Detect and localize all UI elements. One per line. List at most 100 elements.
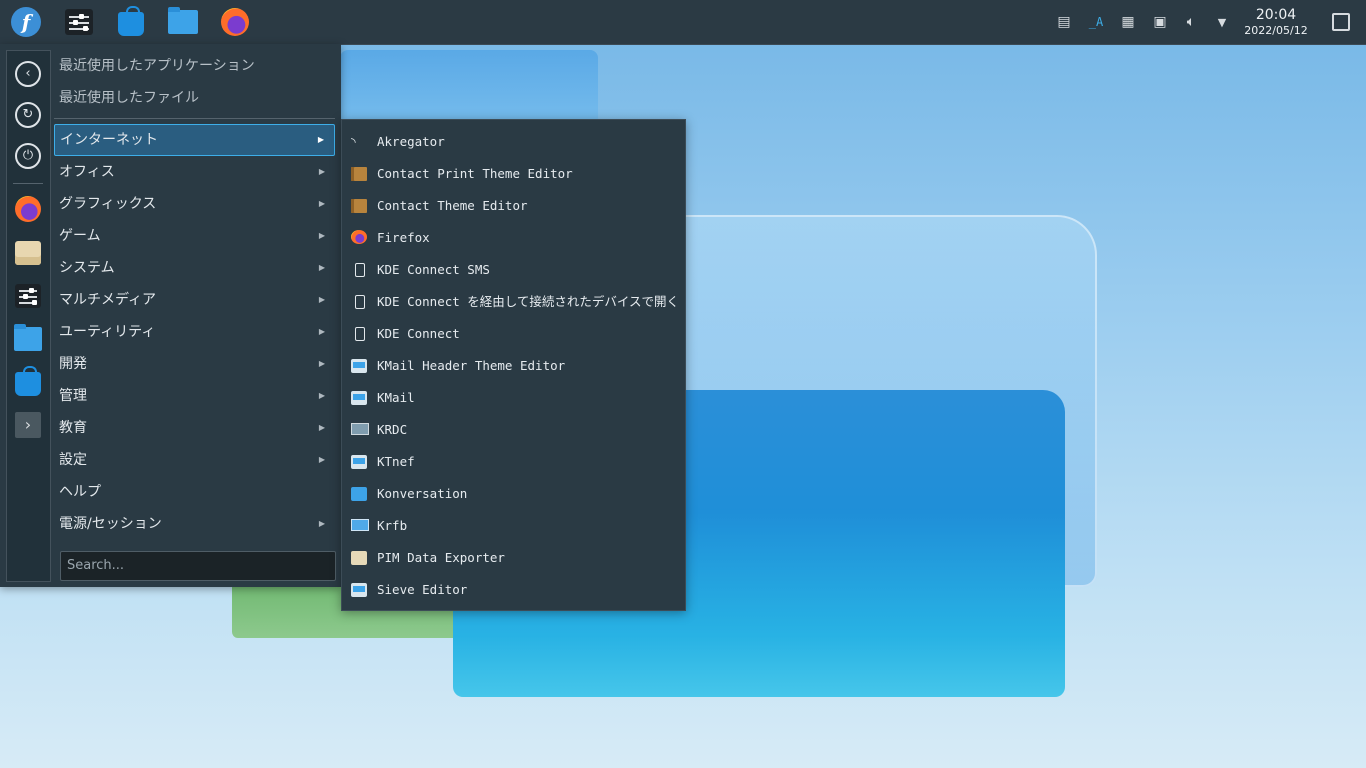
submenu-item-label: Konversation [377, 486, 468, 501]
chevron-right-icon: ▶ [318, 519, 325, 528]
recent-applications[interactable]: 最近使用したアプリケーション [54, 50, 335, 82]
discover-icon[interactable] [115, 6, 147, 38]
submenu-item-firefox[interactable]: Firefox [342, 222, 685, 254]
category-label: ヘルプ [59, 484, 101, 500]
chevron-right-icon: ▶ [318, 199, 325, 208]
application-menu: ‹ ↻ ⏻ › 最近使用したアプリケーション 最近使用したファイル インターネッ… [0, 44, 341, 587]
category-system[interactable]: システム ▶ [54, 252, 335, 284]
fedora-logo-icon[interactable]: f [10, 6, 42, 38]
category-utilities[interactable]: ユーティリティ ▶ [54, 316, 335, 348]
search-box [60, 551, 336, 581]
category-label: システム [59, 260, 115, 276]
category-office[interactable]: オフィス ▶ [54, 156, 335, 188]
category-settings[interactable]: 設定 ▶ [54, 444, 335, 476]
file-manager-icon[interactable] [13, 324, 43, 354]
submenu-item-ktnef[interactable]: KTnef [342, 446, 685, 478]
category-administration[interactable]: 管理 ▶ [54, 380, 335, 412]
firefox-icon [351, 230, 367, 244]
category-label: 開発 [59, 356, 87, 372]
submenu-item-label: KMail [377, 390, 415, 405]
notes-icon[interactable]: ▦ [1118, 12, 1138, 32]
power-icon[interactable]: ⏻ [13, 141, 43, 171]
submenu-item-konversation[interactable]: Konversation [342, 478, 685, 510]
more-icon[interactable]: › [13, 410, 43, 440]
search-input[interactable] [61, 552, 335, 578]
chevron-right-icon: ▶ [318, 295, 325, 304]
desktop-share-icon [351, 519, 369, 531]
archive-icon[interactable] [13, 238, 43, 268]
back-icon[interactable]: ‹ [13, 59, 43, 89]
submenu-item-kmail[interactable]: KMail [342, 382, 685, 414]
submenu-item-kde-connect-sms[interactable]: KDE Connect SMS [342, 254, 685, 286]
volume-icon[interactable]: 🔈︎ [1181, 12, 1201, 32]
clock-date: 2022/05/12 [1244, 24, 1308, 37]
submenu-item-label: Sieve Editor [377, 582, 468, 597]
category-development[interactable]: 開発 ▶ [54, 348, 335, 380]
category-label: 管理 [59, 388, 87, 404]
chevron-right-icon: ▶ [318, 455, 325, 464]
submenu-item-label: KRDC [377, 422, 408, 437]
submenu-item-label: KDE Connect SMS [377, 262, 490, 277]
mail-icon [351, 455, 367, 469]
menu-divider [54, 118, 335, 119]
submenu-item-label: KDE Connect [377, 326, 460, 341]
phone-icon [355, 263, 365, 277]
restart-icon[interactable]: ↻ [13, 100, 43, 130]
rss-icon: ◝ [351, 135, 356, 149]
chevron-right-icon: ▶ [318, 167, 325, 176]
phone-icon [355, 295, 365, 309]
submenu-item-label: Krfb [377, 518, 408, 533]
recent-files[interactable]: 最近使用したファイル [54, 82, 335, 114]
archive-icon [351, 551, 367, 565]
category-multimedia[interactable]: マルチメディア ▶ [54, 284, 335, 316]
submenu-item-label: KDE Connect を経由して接続されたデバイスで開く [377, 294, 680, 309]
submenu-item-krfb[interactable]: Krfb [342, 510, 685, 542]
submenu-item-label: Akregator [377, 134, 445, 149]
phone-icon [355, 327, 365, 341]
digital-clock[interactable]: 20:04 2022/05/12 [1238, 7, 1314, 38]
mail-icon [351, 359, 367, 373]
clipboard-icon[interactable]: ▤ [1054, 12, 1074, 32]
submenu-item-label: KMail Header Theme Editor [377, 358, 566, 373]
category-label: オフィス [59, 164, 115, 180]
firefox-icon[interactable] [219, 6, 251, 38]
chevron-right-icon: ▶ [318, 231, 325, 240]
chevron-right-icon: ▶ [318, 327, 325, 336]
chevron-right-icon: ▶ [318, 359, 325, 368]
chevron-right-icon: ▶ [318, 263, 325, 272]
submenu-item-akregator[interactable]: ◝ Akregator [342, 126, 685, 158]
submenu-item-contact-theme-editor[interactable]: Contact Theme Editor [342, 190, 685, 222]
keyboard-layout-icon[interactable]: _A [1086, 12, 1106, 32]
mail-icon [351, 391, 367, 405]
category-graphics[interactable]: グラフィックス ▶ [54, 188, 335, 220]
show-desktop-icon[interactable] [1332, 13, 1350, 31]
submenu-item-label: PIM Data Exporter [377, 550, 505, 565]
mail-icon [351, 583, 367, 597]
category-label: 教育 [59, 420, 87, 436]
system-settings-icon[interactable] [63, 6, 95, 38]
category-internet[interactable]: インターネット ▶ [54, 124, 335, 156]
discover-icon[interactable] [13, 366, 43, 397]
submenu-item-contact-print-theme-editor[interactable]: Contact Print Theme Editor [342, 158, 685, 190]
clock-time: 20:04 [1255, 7, 1297, 23]
monitor-icon [351, 423, 369, 435]
category-education[interactable]: 教育 ▶ [54, 412, 335, 444]
system-settings-icon[interactable] [13, 281, 43, 311]
sidebar-divider [13, 183, 43, 184]
file-manager-icon[interactable] [167, 6, 199, 38]
category-label: ユーティリティ [59, 324, 156, 340]
firefox-icon[interactable] [13, 194, 43, 224]
category-label: 電源/セッション [59, 516, 162, 532]
submenu-item-sieve-editor[interactable]: Sieve Editor [342, 574, 685, 606]
submenu-item-kmail-header-theme-editor[interactable]: KMail Header Theme Editor [342, 350, 685, 382]
submenu-item-krdc[interactable]: KRDC [342, 414, 685, 446]
network-icon[interactable]: ▣ [1150, 12, 1170, 32]
submenu-item-pim-data-exporter[interactable]: PIM Data Exporter [342, 542, 685, 574]
category-label: ゲーム [59, 228, 101, 244]
submenu-item-kde-connect-open[interactable]: KDE Connect を経由して接続されたデバイスで開く [342, 286, 685, 318]
expand-tray-icon[interactable]: ▼ [1212, 12, 1232, 32]
category-power-session[interactable]: 電源/セッション ▶ [54, 508, 335, 540]
category-help[interactable]: ヘルプ [54, 476, 335, 508]
category-games[interactable]: ゲーム ▶ [54, 220, 335, 252]
submenu-item-kde-connect[interactable]: KDE Connect [342, 318, 685, 350]
